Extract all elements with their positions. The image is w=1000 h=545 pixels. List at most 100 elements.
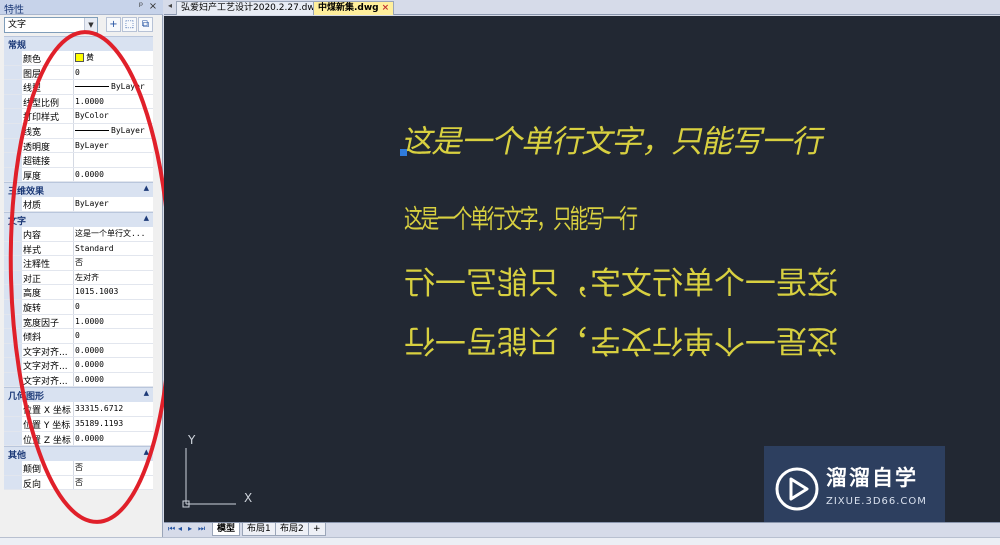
property-value[interactable]: Standard [75,243,152,255]
status-bar [0,537,1000,545]
last-layout-icon[interactable]: ⏭ [198,524,205,534]
row-gutter [4,314,22,329]
column-divider [73,197,74,211]
property-row[interactable]: 厚度 0.0000 [4,167,153,183]
category-header[interactable]: 几何图形 ▲ [4,387,153,403]
property-value[interactable]: 否 [75,257,152,269]
property-row[interactable]: 颠倒 否 [4,461,153,476]
property-row[interactable]: 文字对齐... 0.0000 [4,343,153,359]
property-value[interactable]: ByLayer [75,81,152,93]
property-value[interactable]: 1.0000 [75,316,152,328]
property-row[interactable]: 位置 X 坐标 33315.6712 [4,402,153,418]
property-value[interactable]: 1.0000 [75,96,152,108]
collapse-icon[interactable]: ▲ [144,184,149,192]
property-row[interactable]: 颜色 黄 [4,51,153,66]
properties-grid: 常规 颜色 黄图层 0 线型 ByLayer 线型比例 1.0000 打印样式 ByColor 线宽… [4,36,153,491]
tab-layout2[interactable]: 布局2 [275,523,309,536]
property-value[interactable]: ByLayer [75,198,152,210]
property-row[interactable]: 文字对齐... 0.0000 [4,358,153,373]
property-row[interactable]: 注释性 否 [4,256,153,271]
property-row[interactable]: 位置 Z 坐标 0.0000 [4,431,153,447]
property-name: 材质 [23,201,42,211]
property-name: 样式 [23,245,42,255]
property-value[interactable]: 0.0000 [75,374,152,386]
collapse-icon[interactable]: ▲ [144,214,149,222]
cad-text-line-4-upside-down[interactable]: 这是一个单行文字，只能写一行 [404,321,838,366]
quick-select-icon[interactable]: ⧉ [138,17,153,32]
property-value[interactable]: 否 [75,462,152,474]
property-row[interactable]: 宽度因子 1.0000 [4,314,153,330]
close-icon[interactable]: × [148,1,158,12]
pin-icon[interactable]: ᵖ [136,1,146,12]
add-layout-button[interactable]: + [308,523,326,536]
toggle-pickadd-icon[interactable]: + [106,17,121,32]
property-row[interactable]: 超链接 [4,153,153,168]
column-divider [73,475,74,490]
category-header[interactable]: 常规 [4,36,153,51]
tab-model[interactable]: 模型 [212,523,241,536]
property-row[interactable]: 对正 左对齐 [4,270,153,286]
collapse-icon[interactable]: ▲ [144,448,149,456]
property-value[interactable]: 0 [75,67,152,79]
property-row[interactable]: 样式 Standard [4,241,153,257]
property-row[interactable]: 旋转 0 [4,299,153,315]
next-layout-icon[interactable]: ▸ [188,524,192,533]
property-row[interactable]: 反向 否 [4,475,153,491]
property-value[interactable]: 左对齐 [75,272,152,284]
prev-layout-icon[interactable]: ◂ [178,524,182,533]
select-objects-icon[interactable]: ⬚ [122,17,137,32]
property-value[interactable]: ByLayer [75,140,152,152]
property-row[interactable]: 位置 Y 坐标 35189.1193 [4,417,153,432]
property-value[interactable]: 33315.6712 [75,403,152,415]
property-row[interactable]: 线型 ByLayer [4,80,153,95]
object-type-select[interactable]: 文字 ▼ [4,17,98,33]
ucs-icon: Y X [182,433,252,508]
cad-text-line-3-backward[interactable]: 这是一个单行文字，只能写一行 [404,258,838,303]
property-row[interactable]: 倾斜 0 [4,329,153,344]
property-row[interactable]: 内容 这是一个单行文... [4,226,153,242]
property-row[interactable]: 文字对齐... 0.0000 [4,372,153,388]
property-row[interactable]: 打印样式 ByColor [4,109,153,124]
tab-document-1[interactable]: 弘爱妇产工艺设计2020.2.27.dwg [176,1,326,15]
first-layout-icon[interactable]: ⏮ [168,524,175,534]
property-value[interactable]: 35189.1193 [75,418,152,430]
property-value[interactable]: 0 [75,330,152,342]
property-value[interactable]: 0.0000 [75,345,152,357]
chevron-down-icon[interactable]: ▼ [84,18,97,32]
property-row[interactable]: 线宽 ByLayer [4,123,153,139]
property-value-text: Standard [75,243,114,253]
column-divider [73,138,74,153]
category-header[interactable]: 文字 ▲ [4,211,153,227]
tab-layout1[interactable]: 布局1 [242,523,276,536]
property-row[interactable]: 材质 ByLayer [4,197,153,212]
property-row[interactable]: 线型比例 1.0000 [4,94,153,110]
property-value[interactable]: ByLayer [75,125,152,137]
cad-text-line-2[interactable]: 这是一个单行文字，只能写一行 [404,199,638,236]
column-divider [73,270,74,285]
property-value[interactable]: 这是一个单行文... [75,228,152,240]
tab-scroll-left-icon[interactable]: ◂ [168,1,172,10]
category-header[interactable]: 三维效果 ▲ [4,182,153,198]
property-value[interactable]: 1015.1003 [75,286,152,298]
property-name: 位置 X 坐标 [23,406,71,416]
property-value[interactable]: 0.0000 [75,433,152,445]
text-insertion-grip[interactable] [400,149,407,156]
cad-text-line-1[interactable]: 这是一个单行文字，只能写一行 [399,116,829,161]
property-value[interactable]: 0 [75,301,152,313]
property-value[interactable]: 黄 [75,52,152,64]
drawing-canvas[interactable]: 这是一个单行文字，只能写一行 这是一个单行文字，只能写一行 这是一个单行文字，只… [164,16,1000,522]
property-value[interactable]: 0.0000 [75,359,152,371]
row-gutter [4,402,22,417]
tab-document-active[interactable]: 中煤新集.dwg × [313,1,395,15]
category-header[interactable]: 其他 ▲ [4,446,153,462]
collapse-icon[interactable]: ▲ [144,389,149,397]
property-value[interactable] [75,154,152,166]
property-row[interactable]: 透明度 ByLayer [4,138,153,154]
property-name: 位置 Y 坐标 [23,421,71,431]
property-value[interactable]: 0.0000 [75,169,152,181]
close-tab-icon[interactable]: × [382,3,390,13]
property-value[interactable]: ByColor [75,110,152,122]
property-value[interactable]: 否 [75,477,152,489]
property-row[interactable]: 高度 1015.1003 [4,285,153,300]
property-row[interactable]: 图层 0 [4,65,153,81]
